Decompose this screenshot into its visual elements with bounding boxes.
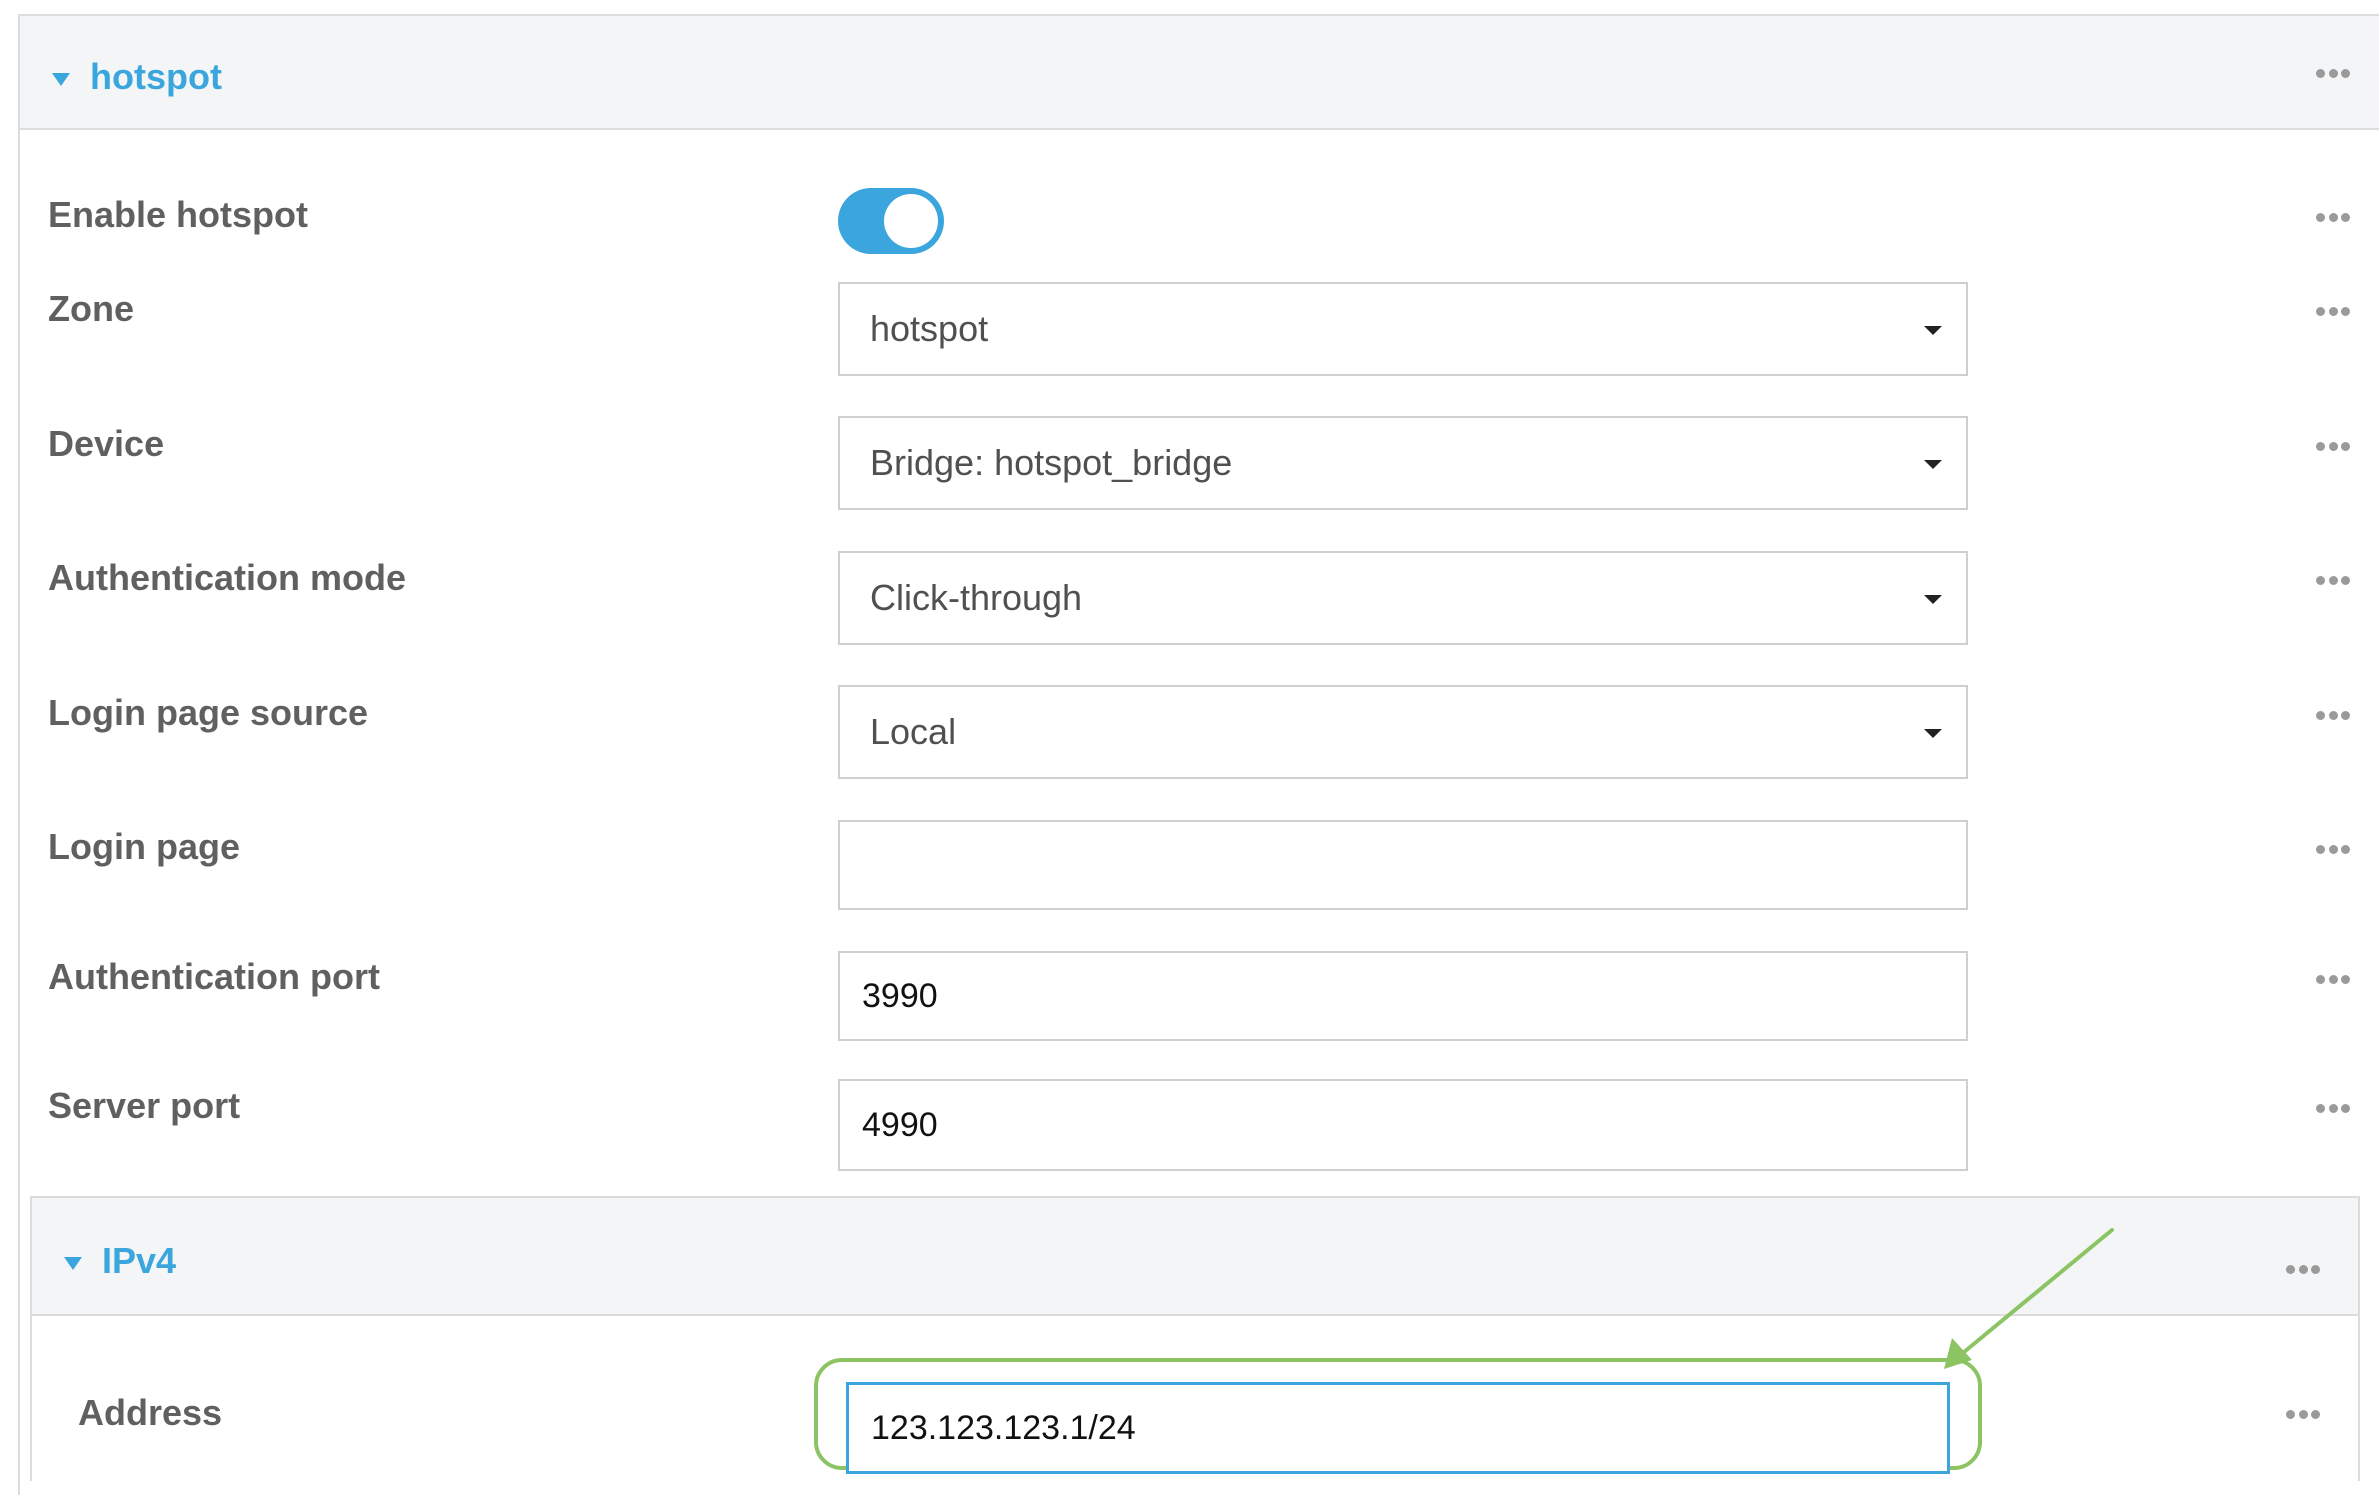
section-title: hotspot [90,56,222,97]
server-port-value: 4990 [862,1105,938,1144]
server-port-input[interactable]: 4990 [838,1079,1968,1171]
device-select[interactable]: Bridge: hotspot_bridge [838,416,1968,510]
ipv4-title: IPv4 [102,1240,177,1281]
enable-hotspot-label: Enable hotspot [48,194,308,235]
auth-mode-label: Authentication mode [48,557,406,598]
chevron-down-icon [1924,729,1942,738]
device-label: Device [48,423,165,464]
login-source-label: Login page source [48,692,369,733]
zone-label: Zone [48,288,134,329]
enable-hotspot-more-icon[interactable] [2316,211,2350,223]
chevron-down-icon [1924,595,1942,604]
address-label: Address [78,1392,223,1433]
auth-port-input[interactable]: 3990 [838,951,1968,1041]
server-port-more-icon[interactable] [2316,1102,2350,1114]
device-more-icon[interactable] [2316,440,2350,452]
login-page-input[interactable] [838,820,1968,910]
zone-value: hotspot [870,308,989,349]
login-source-select[interactable]: Local [838,685,1968,779]
zone-more-icon[interactable] [2316,305,2350,317]
address-input[interactable]: 123.123.123.1/24 [846,1382,1950,1474]
auth-port-more-icon[interactable] [2316,973,2350,985]
login-page-more-icon[interactable] [2316,843,2350,855]
enable-hotspot-toggle[interactable] [838,188,944,254]
hotspot-panel-header: hotspot [20,16,2379,130]
server-port-label: Server port [48,1085,241,1126]
ipv4-section-toggle[interactable]: IPv4 [64,1240,176,1282]
auth-mode-more-icon[interactable] [2316,574,2350,586]
address-more-icon[interactable] [2286,1408,2320,1420]
login-source-more-icon[interactable] [2316,709,2350,721]
auth-mode-select[interactable]: Click-through [838,551,1968,645]
hotspot-section-toggle[interactable]: hotspot [52,56,222,98]
auth-port-label: Authentication port [48,956,380,997]
toggle-knob [884,194,938,248]
zone-select[interactable]: hotspot [838,282,1968,376]
auth-mode-value: Click-through [870,577,1083,618]
caret-down-icon [64,1256,82,1270]
device-value: Bridge: hotspot_bridge [870,442,1233,483]
address-value: 123.123.123.1/24 [871,1408,1136,1447]
caret-down-icon [52,72,70,86]
section-more-icon[interactable] [2316,67,2350,79]
login-page-label: Login page [48,826,240,867]
chevron-down-icon [1924,460,1942,469]
login-source-value: Local [870,711,957,752]
auth-port-value: 3990 [862,976,938,1015]
ipv4-more-icon[interactable] [2286,1263,2320,1275]
ipv4-panel-header: IPv4 [32,1198,2358,1316]
chevron-down-icon [1924,326,1942,335]
